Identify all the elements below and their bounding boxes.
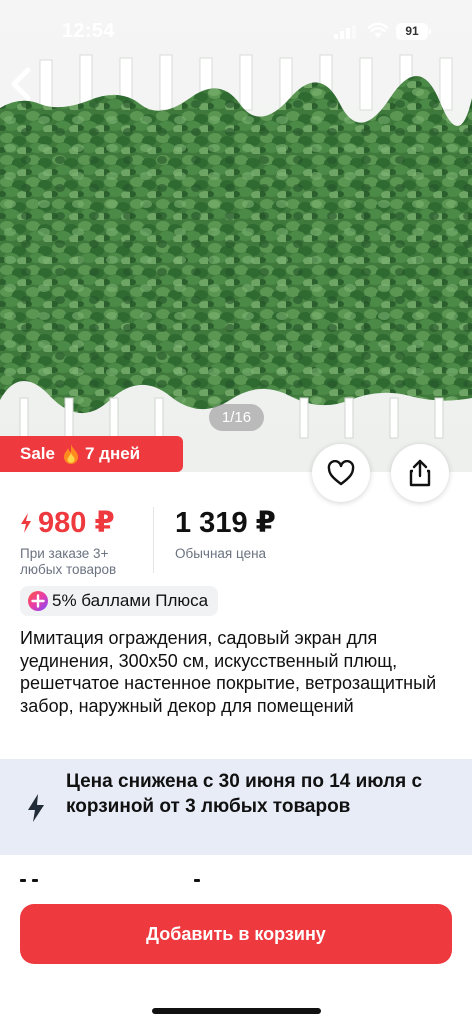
wifi-icon <box>368 23 388 38</box>
back-icon <box>11 67 31 101</box>
sale-label: Sale <box>20 444 55 463</box>
image-counter: 1/16 <box>209 404 264 431</box>
favorite-button[interactable] <box>312 444 370 502</box>
heart-icon <box>327 460 355 486</box>
sale-price-value: 980 ₽ <box>38 507 115 539</box>
share-button[interactable] <box>391 444 449 502</box>
regular-price-block: 1 319 ₽ Обычная цена <box>175 505 276 561</box>
sale-badge: Sale 7 дней <box>0 436 183 472</box>
sale-price-block: 980 ₽ При заказе 3+ любых товаров <box>20 505 150 578</box>
cut-off-text <box>20 874 220 888</box>
plus-points-label: 5% баллами Плюса <box>52 591 209 610</box>
status-time: 12:54 <box>62 20 115 42</box>
sale-days: 7 дней <box>84 444 141 463</box>
lightning-icon <box>28 794 44 822</box>
product-title: Имитация ограждения, садовый экран для у… <box>20 628 437 716</box>
back-button[interactable] <box>6 62 38 106</box>
sale-price-note: При заказе 3+ любых товаров <box>20 546 117 577</box>
sale-price: 980 ₽ <box>20 505 150 540</box>
share-icon <box>409 459 431 487</box>
fire-icon <box>63 444 79 464</box>
promo-text: Цена снижена с 30 июня по 14 июля с корз… <box>66 771 423 817</box>
signal-icon <box>334 25 356 39</box>
regular-price-note: Обычная цена <box>175 546 267 561</box>
plus-points-icon <box>28 591 48 611</box>
price-divider <box>153 507 154 573</box>
regular-price-value: 1 319 ₽ <box>175 507 276 539</box>
battery-indicator: 91 <box>396 23 428 40</box>
add-to-cart-button[interactable]: Добавить в корзину <box>20 904 452 964</box>
product-image[interactable] <box>0 0 472 472</box>
battery-tip <box>429 29 431 34</box>
status-bar: 12:54 91 <box>0 0 472 64</box>
home-indicator[interactable] <box>152 1008 321 1014</box>
plus-points-chip[interactable]: 5% баллами Плюса <box>20 586 219 616</box>
product-photo <box>0 54 472 439</box>
lightning-icon <box>20 512 32 533</box>
